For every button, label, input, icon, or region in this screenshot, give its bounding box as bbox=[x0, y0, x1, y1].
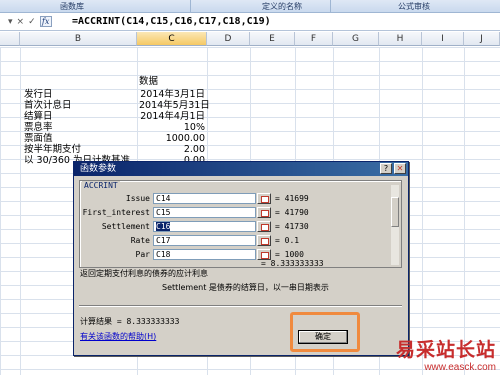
argument-row-settlement: Settlement C16 = 41730 bbox=[82, 221, 394, 233]
overall-result: = 8.333333333 bbox=[261, 259, 324, 268]
argument-result: = 41790 bbox=[275, 208, 309, 217]
argument-name: Settlement bbox=[101, 222, 150, 231]
grid-line bbox=[464, 47, 465, 375]
formula-bar: ▾ × ✓ fx =ACCRINT(C14,C15,C16,C17,C18,C1… bbox=[0, 14, 500, 31]
selected-text: C16 bbox=[156, 222, 171, 231]
argument-row-par: Par C18 = 1000 bbox=[82, 249, 394, 261]
column-header-i[interactable]: I bbox=[422, 32, 464, 46]
function-description: 返回定期支付利息的债券的应计利息 bbox=[80, 269, 208, 278]
cell-data-header[interactable]: 数据 bbox=[139, 76, 158, 88]
enter-icon[interactable]: ✓ bbox=[28, 17, 36, 27]
column-header-b[interactable]: B bbox=[20, 32, 137, 46]
column-header-g[interactable]: G bbox=[333, 32, 379, 46]
column-header-d[interactable]: D bbox=[207, 32, 250, 46]
insert-function-icon[interactable]: fx bbox=[39, 16, 52, 27]
watermark-title: 易采站长站 bbox=[395, 339, 496, 361]
column-header-j[interactable]: J bbox=[464, 32, 500, 46]
column-header-c[interactable]: C bbox=[137, 32, 207, 46]
argument-name: Par bbox=[135, 250, 150, 259]
ribbon-group-formula-auditing[interactable]: 公式审核 bbox=[398, 1, 430, 12]
highlight-box bbox=[290, 312, 360, 352]
argument-result: = 41699 bbox=[275, 194, 309, 203]
argument-row-issue: Issue C14 = 41699 bbox=[82, 193, 394, 205]
ribbon-separator bbox=[190, 0, 191, 13]
grid-line bbox=[422, 47, 423, 375]
argument-input[interactable]: C15 bbox=[153, 207, 256, 218]
argument-name: First_interest bbox=[82, 208, 150, 217]
ribbon-group-bar: 函数库 定义的名称 公式审核 bbox=[0, 0, 500, 13]
close-icon[interactable]: ✕ bbox=[394, 163, 406, 174]
collapse-dialog-icon[interactable] bbox=[257, 193, 271, 204]
column-header-f[interactable]: F bbox=[295, 32, 333, 46]
argument-row-first-interest: First_interest C15 = 41790 bbox=[82, 207, 394, 219]
column-header-e[interactable]: E bbox=[250, 32, 295, 46]
argument-input[interactable]: C14 bbox=[153, 193, 256, 204]
ribbon-separator bbox=[330, 0, 331, 13]
dialog-title: 函数参数 bbox=[80, 164, 117, 174]
help-icon[interactable]: ? bbox=[380, 163, 392, 174]
argument-name: Rate bbox=[130, 236, 150, 245]
grid-line bbox=[20, 47, 21, 375]
collapse-dialog-icon[interactable] bbox=[257, 221, 271, 232]
formula-input[interactable]: =ACCRINT(C14,C15,C16,C17,C18,C19) bbox=[72, 16, 271, 27]
ribbon-group-defined-names[interactable]: 定义的名称 bbox=[262, 1, 302, 12]
dialog-titlebar[interactable]: 函数参数 ? ✕ bbox=[74, 162, 408, 176]
argument-input[interactable]: C17 bbox=[153, 235, 256, 246]
divider bbox=[79, 305, 402, 306]
ribbon-group-function-library[interactable]: 函数库 bbox=[60, 1, 84, 12]
collapse-dialog-icon[interactable] bbox=[257, 235, 271, 246]
function-help-link[interactable]: 有关该函数的帮助(H) bbox=[80, 331, 156, 342]
name-box-dropdown-icon[interactable]: ▾ bbox=[8, 17, 13, 27]
argument-row-rate: Rate C17 = 0.1 bbox=[82, 235, 394, 247]
select-all-corner[interactable] bbox=[0, 32, 20, 46]
argument-input[interactable]: C16 bbox=[153, 221, 256, 232]
function-name-label: ACCRINT bbox=[82, 181, 120, 190]
cancel-icon[interactable]: × bbox=[17, 17, 25, 27]
calculation-result: 计算结果 = 8.333333333 bbox=[80, 317, 180, 326]
argument-result: = 41730 bbox=[275, 222, 309, 231]
watermark-url: www.easck.com bbox=[424, 362, 496, 373]
column-header-h[interactable]: H bbox=[379, 32, 422, 46]
argument-input[interactable]: C18 bbox=[153, 249, 256, 260]
collapse-dialog-icon[interactable] bbox=[257, 207, 271, 218]
argument-name: Issue bbox=[125, 194, 150, 203]
argument-result: = 0.1 bbox=[275, 236, 300, 245]
argument-help-text: Settlement 是债券的结算日，以一串日期表示 bbox=[162, 283, 329, 292]
site-watermark: 易采站长站 www.easck.com bbox=[396, 335, 496, 373]
